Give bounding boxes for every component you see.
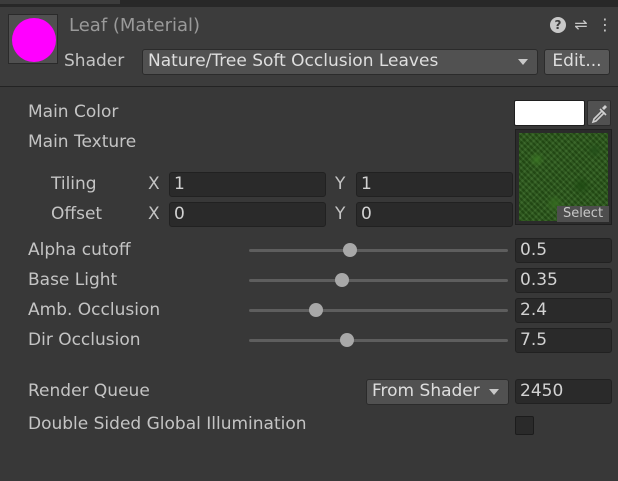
material-title: Leaf (Material) (69, 15, 201, 36)
offset-y-field[interactable]: 0 (356, 202, 513, 227)
offset-x-label: X (148, 204, 160, 224)
slider-label: Amb. Occlusion (28, 300, 161, 320)
render-queue-label: Render Queue (28, 381, 150, 401)
main-texture-slot[interactable]: Select (515, 129, 612, 225)
amb-occlusion-slider-track[interactable] (249, 309, 508, 312)
slider-label: Alpha cutoff (28, 240, 131, 260)
double-sided-gi-checkbox[interactable] (515, 416, 534, 435)
main-color-field[interactable] (514, 100, 585, 126)
amb-occlusion-field[interactable]: 2.4 (515, 298, 612, 323)
preview-sphere-icon (12, 18, 56, 62)
dir-occlusion-field[interactable]: 7.5 (515, 328, 612, 353)
shader-dropdown[interactable]: Nature/Tree Soft Occlusion Leaves (142, 49, 538, 75)
texture-select-button[interactable]: Select (557, 206, 609, 222)
chevron-down-icon (489, 389, 499, 395)
tiling-x-field[interactable]: 1 (169, 172, 326, 197)
tiling-label: Tiling (51, 174, 97, 194)
tiling-y-label: Y (335, 174, 346, 194)
edit-shader-button[interactable]: Edit... (544, 49, 610, 75)
shader-dropdown-value: Nature/Tree Soft Occlusion Leaves (148, 51, 439, 71)
inspector-tab[interactable] (0, 0, 120, 4)
amb-occlusion-slider-handle[interactable] (309, 303, 324, 317)
eyedropper-icon[interactable] (587, 100, 611, 126)
double-sided-gi-label: Double Sided Global Illumination (28, 414, 307, 434)
alpha-cutoff-slider-track[interactable] (249, 249, 508, 252)
alpha-cutoff-field[interactable]: 0.5 (515, 238, 612, 263)
chevron-down-icon (518, 59, 528, 65)
slider-label: Dir Occlusion (28, 330, 141, 350)
slider-label: Base Light (28, 270, 118, 290)
base-light-slider-track[interactable] (249, 279, 508, 282)
help-icon[interactable]: ? (549, 16, 567, 34)
render-queue-field[interactable]: 2450 (515, 379, 612, 404)
more-menu-icon[interactable]: ⋮ (597, 16, 613, 34)
offset-y-label: Y (335, 204, 346, 224)
main-texture-label: Main Texture (28, 132, 137, 152)
dir-occlusion-slider-track[interactable] (249, 339, 508, 342)
base-light-slider-handle[interactable] (335, 273, 350, 287)
material-preview (8, 14, 58, 64)
offset-x-field[interactable]: 0 (169, 202, 326, 227)
main-color-label: Main Color (28, 102, 119, 122)
dir-occlusion-slider-handle[interactable] (340, 333, 355, 347)
tab-strip (0, 0, 618, 7)
base-light-field[interactable]: 0.35 (515, 268, 612, 293)
eyedropper-glyph (591, 105, 607, 124)
alpha-cutoff-slider-handle[interactable] (343, 243, 357, 257)
render-queue-dropdown[interactable]: From Shader (366, 379, 509, 405)
offset-label: Offset (51, 204, 103, 224)
preset-icon[interactable]: ⇌ (572, 16, 590, 34)
shader-label: Shader (64, 51, 125, 71)
render-queue-mode: From Shader (372, 381, 480, 401)
tiling-x-label: X (148, 174, 160, 194)
tiling-y-field[interactable]: 1 (356, 172, 513, 197)
